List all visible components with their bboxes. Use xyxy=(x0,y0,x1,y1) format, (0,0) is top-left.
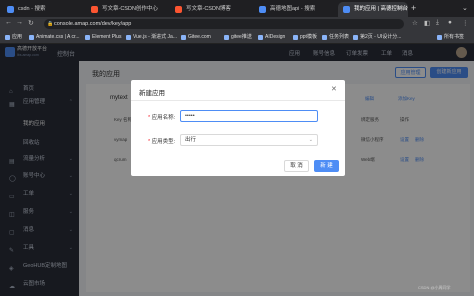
bookmark-item[interactable]: 所有书签 xyxy=(436,32,464,43)
browser-tab[interactable]: 写文章-CSDN创作中心 xyxy=(86,2,168,17)
bookmark-icon xyxy=(224,35,229,40)
close-icon[interactable]: ✕ xyxy=(331,85,337,93)
bookmark-item[interactable]: Gitee.com xyxy=(180,32,211,43)
app-type-label: * 应用类型: xyxy=(148,139,176,145)
url-field[interactable]: 🔒 console.amap.com/dev/key/app xyxy=(44,19,404,29)
tab-strip: csdn - 搜索 写文章-CSDN创作中心 写文章-CSDN博客 高德地图ap… xyxy=(0,0,474,17)
download-icon[interactable]: ⤓ xyxy=(436,19,439,27)
chevron-down-icon: ⌄ xyxy=(308,137,313,143)
lock-icon: 🔒 xyxy=(47,21,54,27)
bookmark-bar: 应用 Animate.css | A cr... Element Plus Vu… xyxy=(0,31,474,44)
app-name-input[interactable]: ••••• xyxy=(180,110,318,122)
bookmark-icon xyxy=(29,35,34,40)
bookmark-icon xyxy=(322,35,327,40)
address-bar-row: ← → ↻ 🔒 console.amap.com/dev/key/app ☆ ◧… xyxy=(0,17,474,31)
bookmark-icon xyxy=(258,35,263,40)
favicon-icon xyxy=(7,6,14,13)
cancel-button[interactable]: 取 消 xyxy=(284,160,309,172)
bookmark-star-icon[interactable]: ☆ xyxy=(412,19,418,27)
profile-icon[interactable]: ● xyxy=(448,19,452,26)
bookmark-icon xyxy=(5,35,10,40)
browser-tab[interactable]: 写文章-CSDN博客 xyxy=(170,2,252,17)
menu-icon[interactable]: ⋮ xyxy=(462,19,469,27)
bookmark-item[interactable]: 任务列表 xyxy=(321,32,349,43)
bookmark-icon xyxy=(85,35,90,40)
dialog-title: 新建应用 xyxy=(139,90,165,97)
favicon-icon xyxy=(343,6,350,13)
favicon-icon xyxy=(259,6,266,13)
dialog-divider xyxy=(131,100,345,101)
back-icon[interactable]: ← xyxy=(5,19,12,26)
bookmark-icon xyxy=(353,35,358,40)
bookmark-icon xyxy=(437,35,442,40)
app-type-select[interactable]: 出行 ⌄ xyxy=(180,134,318,146)
bookmark-item[interactable]: 应用 xyxy=(4,32,22,43)
favicon-icon xyxy=(91,6,98,13)
bookmark-item[interactable]: ppt模板 xyxy=(292,32,317,43)
bookmark-icon xyxy=(181,35,186,40)
forward-icon[interactable]: → xyxy=(16,19,23,26)
bookmark-icon xyxy=(293,35,298,40)
reload-icon[interactable]: ↻ xyxy=(28,19,34,27)
favicon-icon xyxy=(175,6,182,13)
bookmark-item[interactable]: Element Plus xyxy=(84,32,121,43)
app-name-label: * 应用名称: xyxy=(148,115,176,121)
bookmark-item[interactable]: gitee推送 xyxy=(223,32,252,43)
browser-tab-active[interactable]: 我的应用 | 高德控制台 ✕ xyxy=(338,2,408,17)
browser-tab[interactable]: csdn - 搜索 xyxy=(2,2,84,17)
extension-icon[interactable]: ◧ xyxy=(424,19,430,27)
watermark: CSDN @小周同学 xyxy=(418,285,451,290)
bookmark-item[interactable]: 第2页 - UI设计分... xyxy=(352,32,401,43)
bookmark-icon xyxy=(126,35,131,40)
tab-search-icon[interactable]: ⌄ xyxy=(462,4,468,12)
browser-tab[interactable]: 高德地图api - 搜索 xyxy=(254,2,336,17)
create-button[interactable]: 新 建 xyxy=(314,160,339,172)
bookmark-item[interactable]: AIDesign xyxy=(257,32,285,43)
browser-chrome: csdn - 搜索 写文章-CSDN创作中心 写文章-CSDN博客 高德地图ap… xyxy=(0,0,474,44)
bookmark-item[interactable]: Animate.css | A cr... xyxy=(28,32,80,43)
close-tab-icon[interactable]: ✕ xyxy=(399,2,404,17)
bookmark-item[interactable]: Vue.js - 渐进式 Ja... xyxy=(125,32,177,43)
new-tab-icon[interactable]: + xyxy=(411,3,416,13)
